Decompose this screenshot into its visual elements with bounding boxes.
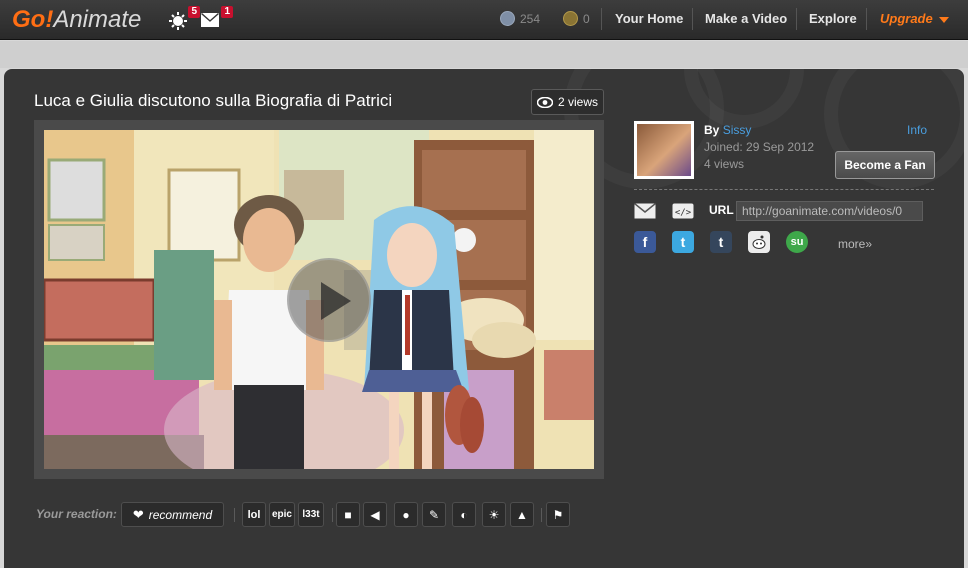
author-info-link[interactable]: Info <box>907 123 927 137</box>
palette-icon: ◐ <box>460 507 468 522</box>
camera-icon: ■ <box>344 507 352 522</box>
flag-button[interactable]: ⚑ <box>546 502 570 527</box>
divider <box>692 8 693 30</box>
views-counter[interactable]: 2 views <box>531 89 604 115</box>
messages-button[interactable]: 1 <box>201 6 233 30</box>
gear-icon <box>169 12 187 30</box>
heart-icon: ❤ <box>132 506 144 522</box>
flag-icon: ⚑ <box>552 507 564 522</box>
nav-make-a-video[interactable]: Make a Video <box>705 11 787 26</box>
brush-reaction-button[interactable]: ✎ <box>422 502 446 527</box>
email-share-button[interactable] <box>634 203 656 221</box>
play-button[interactable] <box>287 258 371 342</box>
video-thumbnail[interactable] <box>44 130 594 469</box>
author-avatar[interactable] <box>634 121 694 179</box>
nav-upgrade[interactable]: Upgrade <box>880 11 950 26</box>
notifications-button[interactable]: 5 <box>168 6 200 30</box>
stamp-reaction-button[interactable]: ▲ <box>510 502 534 527</box>
chevron-down-icon <box>939 16 950 23</box>
gopoint-icon <box>563 11 578 26</box>
gopoints-counter[interactable]: 0 <box>563 11 590 26</box>
divider <box>332 508 333 522</box>
facebook-share-button[interactable]: f <box>634 231 656 253</box>
author-view-count: 4 views <box>704 157 745 171</box>
author-card: By Sissy Joined: 29 Sep 2012 4 views Inf… <box>634 121 935 181</box>
url-label: URL <box>709 203 734 217</box>
divider <box>796 8 797 30</box>
envelope-icon <box>201 13 219 27</box>
brush-icon: ✎ <box>428 507 440 522</box>
microphone-reaction-button[interactable]: ● <box>394 502 418 527</box>
facebook-icon: f <box>642 234 648 250</box>
author-byline: By Sissy <box>704 123 752 137</box>
divider <box>234 508 235 522</box>
become-a-fan-button[interactable]: Become a Fan <box>835 151 935 179</box>
divider <box>601 8 602 30</box>
tumblr-share-button[interactable]: t <box>710 231 732 253</box>
header-spacer <box>0 41 968 68</box>
divider <box>541 508 542 522</box>
twitter-share-button[interactable]: t <box>672 231 694 253</box>
nav-your-home[interactable]: Your Home <box>615 11 683 26</box>
lightbulb-icon: ☀ <box>488 507 500 522</box>
author-joined-date: Joined: 29 Sep 2012 <box>704 140 815 154</box>
l33t-button[interactable]: l33t <box>298 502 324 527</box>
gocoin-icon <box>500 11 515 26</box>
goanimate-logo[interactable]: Go!Animate <box>12 6 141 34</box>
messages-badge: 1 <box>221 6 233 18</box>
video-url-field[interactable]: http://goanimate.com/videos/0 <box>736 201 923 221</box>
epic-button[interactable]: epic <box>269 502 295 527</box>
tumblr-icon: t <box>718 234 724 250</box>
embed-code-icon: </> <box>672 203 694 219</box>
stumbleupon-icon: su <box>790 236 804 248</box>
lol-button[interactable]: lol <box>242 502 266 527</box>
reddit-share-button[interactable] <box>748 231 770 253</box>
gocoins-counter[interactable]: 254 <box>500 11 540 26</box>
svg-text:</>: </> <box>675 208 692 218</box>
envelope-icon <box>634 203 656 219</box>
lightbulb-reaction-button[interactable]: ☀ <box>482 502 506 527</box>
nav-explore[interactable]: Explore <box>809 11 857 26</box>
recommend-button[interactable]: ❤ recommend <box>121 502 224 527</box>
divider <box>866 8 867 30</box>
palette-reaction-button[interactable]: ◐ <box>452 502 476 527</box>
reaction-label: Your reaction: <box>36 507 117 521</box>
video-panel: Luca e Giulia discutono sulla Biografia … <box>4 69 964 568</box>
notifications-badge: 5 <box>188 6 200 18</box>
stamp-icon: ▲ <box>516 507 528 522</box>
video-title: Luca e Giulia discutono sulla Biografia … <box>34 91 393 110</box>
divider <box>634 189 934 190</box>
video-player[interactable] <box>34 120 604 479</box>
twitter-icon: t <box>680 234 686 250</box>
eye-icon <box>536 96 553 108</box>
camera-reaction-button[interactable]: ■ <box>336 502 360 527</box>
more-share-link[interactable]: more» <box>838 237 872 251</box>
stumbleupon-share-button[interactable]: su <box>786 231 808 253</box>
microphone-icon: ● <box>402 507 410 522</box>
reaction-bar: Your reaction: ❤ recommend lol epic l33t… <box>34 502 634 528</box>
speaker-reaction-button[interactable]: ◀ <box>363 502 387 527</box>
author-link[interactable]: Sissy <box>723 123 752 137</box>
speaker-icon: ◀ <box>370 507 380 522</box>
reddit-icon <box>752 235 766 249</box>
embed-button[interactable]: </> <box>672 203 694 221</box>
top-navigation-bar: Go!Animate 5 1 254 0 Your Home Make a Vi… <box>0 0 968 40</box>
